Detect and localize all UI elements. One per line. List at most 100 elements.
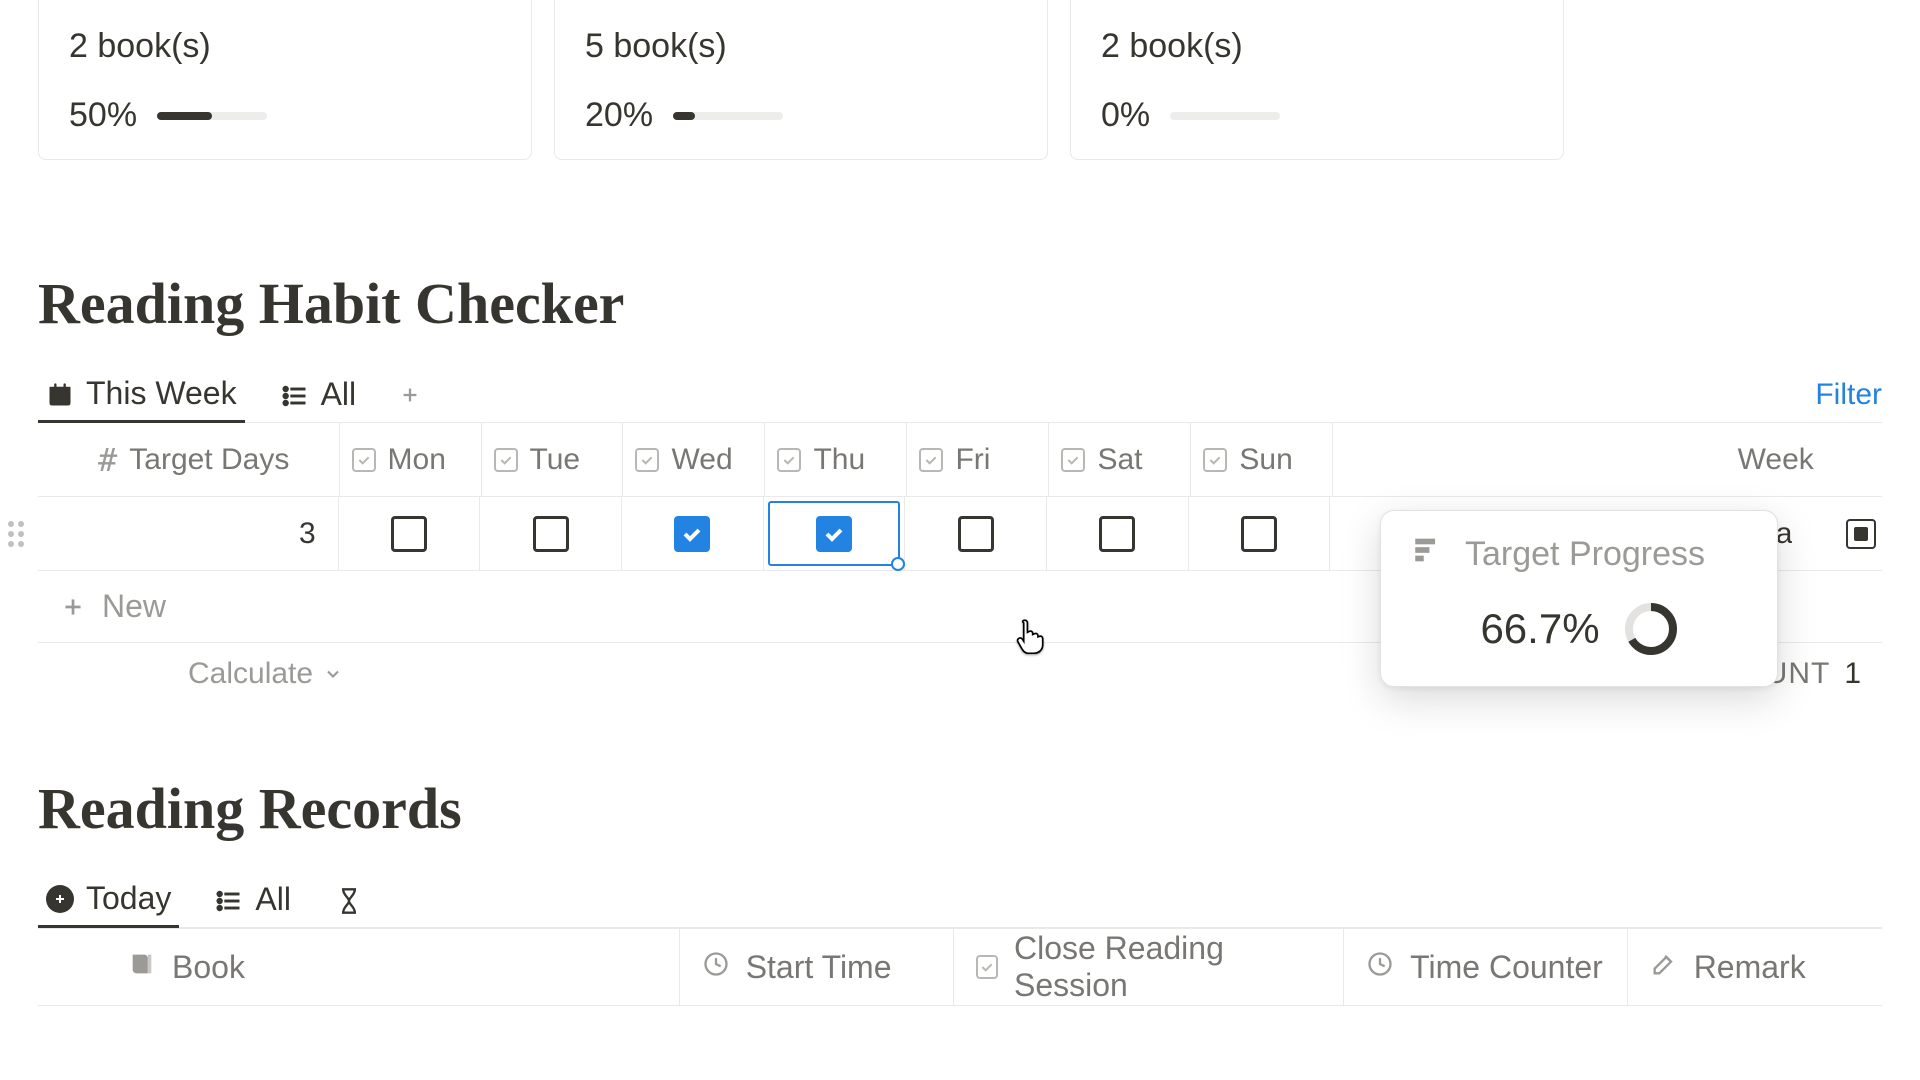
col-label: Sat bbox=[1097, 443, 1142, 477]
progress-bar bbox=[673, 112, 783, 120]
number-icon: # bbox=[98, 441, 117, 479]
checkbox-icon bbox=[976, 955, 998, 979]
col-label: Week bbox=[1738, 443, 1814, 477]
col-mon[interactable]: Mon bbox=[340, 423, 482, 496]
col-label: Thu bbox=[813, 443, 865, 477]
checkbox-wed[interactable] bbox=[674, 516, 710, 552]
tab-all-records[interactable]: All bbox=[207, 872, 299, 927]
hourglass-icon bbox=[335, 886, 363, 914]
col-sun[interactable]: Sun bbox=[1191, 423, 1333, 496]
popover-percent-value: 66.7% bbox=[1480, 605, 1599, 653]
records-table-header: Book Start Time Close Reading Session Ti… bbox=[38, 928, 1882, 1006]
checkbox-thu[interactable] bbox=[816, 516, 852, 552]
checkbox-sun[interactable] bbox=[1241, 516, 1277, 552]
calculate-button[interactable]: Calculate bbox=[188, 657, 343, 691]
tab-timeline[interactable] bbox=[327, 872, 371, 927]
habit-table-header: # Target Days Mon Tue Wed Thu Fri bbox=[38, 423, 1882, 497]
stat-card[interactable]: 2 book(s) 0% bbox=[1070, 0, 1564, 160]
tab-label: Today bbox=[86, 880, 171, 917]
col-tue[interactable]: Tue bbox=[482, 423, 624, 496]
cell-wed[interactable] bbox=[622, 497, 764, 570]
records-tabs: Today All bbox=[38, 872, 1882, 928]
col-wed[interactable]: Wed bbox=[623, 423, 765, 496]
checkbox-icon bbox=[777, 448, 801, 472]
col-close-session[interactable]: Close Reading Session bbox=[954, 929, 1345, 1005]
tab-label: All bbox=[321, 376, 357, 413]
stat-cards-row: 2 book(s) 50% 5 book(s) 20% 2 book(s) 0% bbox=[38, 0, 1882, 160]
col-sat[interactable]: Sat bbox=[1049, 423, 1191, 496]
tab-this-week[interactable]: This Week bbox=[38, 368, 245, 423]
cell-fri[interactable] bbox=[905, 497, 1047, 570]
add-view-button[interactable] bbox=[392, 377, 428, 413]
tab-label: This Week bbox=[86, 375, 237, 412]
tab-today[interactable]: Today bbox=[38, 873, 179, 928]
checkbox-icon bbox=[1203, 448, 1227, 472]
col-thu[interactable]: Thu bbox=[765, 423, 907, 496]
card-books-label: 5 book(s) bbox=[585, 27, 1017, 66]
checkbox-icon bbox=[494, 448, 518, 472]
col-label: Wed bbox=[671, 443, 732, 477]
checkbox-icon bbox=[635, 448, 659, 472]
cell-sat[interactable] bbox=[1047, 497, 1189, 570]
target-progress-popover: Target Progress 66.7% bbox=[1380, 510, 1778, 687]
col-label: Target Days bbox=[129, 443, 289, 477]
col-label: Fri bbox=[955, 443, 990, 477]
cell-tue[interactable] bbox=[480, 497, 622, 570]
progress-ring bbox=[1624, 602, 1678, 656]
target-days-value: 3 bbox=[299, 517, 316, 551]
book-icon bbox=[128, 949, 156, 986]
list-icon bbox=[281, 381, 309, 409]
stat-card[interactable]: 5 book(s) 20% bbox=[554, 0, 1048, 160]
progress-bar bbox=[1170, 112, 1280, 120]
checkbox-icon bbox=[352, 448, 376, 472]
col-label: Tue bbox=[530, 443, 581, 477]
col-label: Sun bbox=[1239, 443, 1292, 477]
checkbox-sat[interactable] bbox=[1099, 516, 1135, 552]
col-label: Mon bbox=[388, 443, 446, 477]
checkbox-icon bbox=[919, 448, 943, 472]
checkbox-fri[interactable] bbox=[958, 516, 994, 552]
progress-bar bbox=[157, 112, 267, 120]
target-icon bbox=[46, 885, 74, 913]
calendar-icon bbox=[46, 380, 74, 408]
progress-fill bbox=[673, 112, 695, 120]
col-start-time[interactable]: Start Time bbox=[680, 929, 954, 1005]
list-icon bbox=[215, 886, 243, 914]
col-label: Close Reading Session bbox=[1014, 930, 1321, 1004]
cell-resize-handle[interactable] bbox=[891, 557, 905, 571]
checkbox-tue[interactable] bbox=[533, 516, 569, 552]
col-fri[interactable]: Fri bbox=[907, 423, 1049, 496]
popover-title: Target Progress bbox=[1465, 535, 1705, 574]
col-label: Start Time bbox=[746, 949, 892, 986]
tab-all[interactable]: All bbox=[273, 367, 365, 422]
col-remark[interactable]: Remark bbox=[1628, 929, 1882, 1005]
cell-mon[interactable] bbox=[339, 497, 481, 570]
col-book[interactable]: Book bbox=[38, 929, 680, 1005]
edit-icon bbox=[1650, 949, 1678, 986]
col-time-counter[interactable]: Time Counter bbox=[1344, 929, 1628, 1005]
col-label: Book bbox=[172, 949, 245, 986]
count-value: 1 bbox=[1844, 657, 1862, 691]
card-books-label: 2 book(s) bbox=[1101, 27, 1533, 66]
checkbox-mon[interactable] bbox=[391, 516, 427, 552]
card-percent-label: 50% bbox=[69, 96, 137, 135]
records-section-title: Reading Records bbox=[38, 775, 1882, 842]
card-books-label: 2 book(s) bbox=[69, 27, 501, 66]
progress-fill bbox=[157, 112, 212, 120]
clock-icon bbox=[702, 949, 730, 986]
new-label: New bbox=[102, 588, 166, 625]
habit-tabs: This Week All Filter bbox=[38, 367, 1882, 423]
cell-target-days[interactable]: 3 bbox=[38, 497, 339, 570]
drag-handle-icon[interactable] bbox=[8, 521, 24, 547]
col-week[interactable]: Week bbox=[1726, 423, 1882, 496]
habit-section-title: Reading Habit Checker bbox=[38, 270, 1882, 337]
cell-sun[interactable] bbox=[1189, 497, 1331, 570]
open-as-page-icon[interactable] bbox=[1846, 519, 1876, 549]
stat-card[interactable]: 2 book(s) 50% bbox=[38, 0, 532, 160]
filter-button[interactable]: Filter bbox=[1815, 378, 1882, 412]
cell-thu[interactable] bbox=[764, 497, 906, 570]
col-label: Time Counter bbox=[1410, 949, 1603, 986]
col-target-days[interactable]: # Target Days bbox=[38, 423, 340, 496]
tab-label: All bbox=[255, 881, 291, 918]
bar-chart-icon bbox=[1411, 533, 1445, 576]
